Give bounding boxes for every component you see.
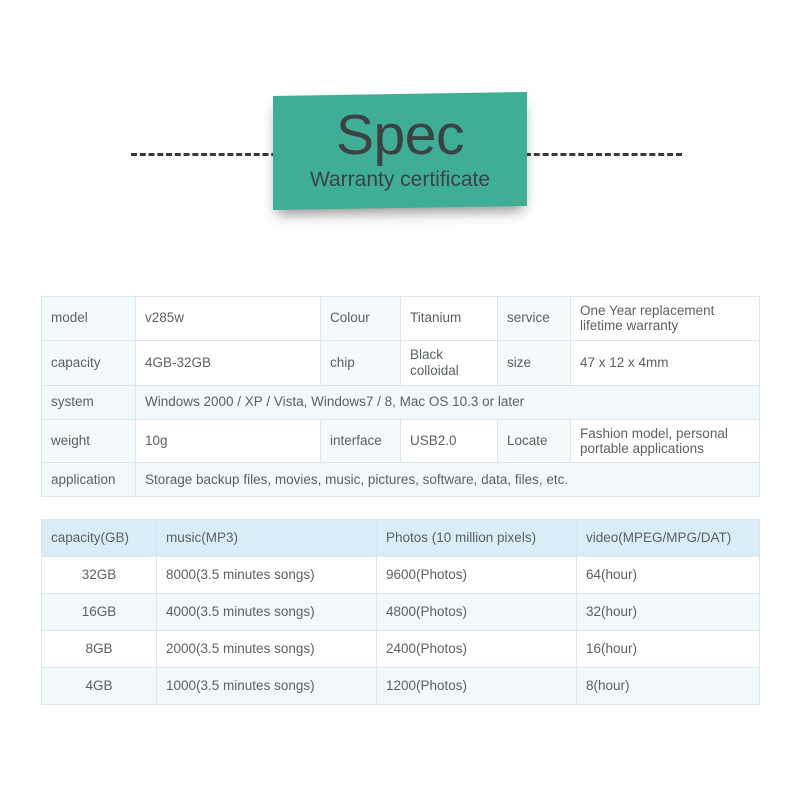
- spec-label: size: [497, 339, 571, 386]
- dashed-rule-right: [516, 153, 682, 156]
- column-header-photos: Photos (10 million pixels): [376, 519, 577, 557]
- page-title: Spec: [336, 103, 464, 167]
- spec-label: interface: [320, 418, 401, 464]
- spec-value: One Year replacement lifetime warranty: [570, 296, 760, 341]
- spec-value: Storage backup files, movies, music, pic…: [135, 462, 760, 498]
- table-row: 16GB 4000(3.5 minutes songs) 4800(Photos…: [41, 593, 760, 631]
- spec-label: weight: [41, 418, 136, 464]
- cell-capacity: 16GB: [41, 593, 157, 631]
- column-header-capacity: capacity(GB): [41, 519, 157, 557]
- spec-value: 47 x 12 x 4mm: [570, 339, 760, 386]
- table-row: capacity 4GB-32GB chip Black colloidal s…: [41, 339, 760, 386]
- page-subtitle: Warranty certificate: [309, 168, 491, 191]
- column-header-video: video(MPEG/MPG/DAT): [576, 519, 760, 557]
- table-row: weight 10g interface USB2.0 Locate Fashi…: [41, 418, 760, 464]
- spec-label: chip: [320, 339, 401, 386]
- column-header-music: music(MP3): [156, 519, 377, 557]
- cell-music: 4000(3.5 minutes songs): [156, 593, 377, 631]
- spec-label: capacity: [41, 339, 136, 386]
- spec-label: model: [41, 296, 136, 341]
- spec-value: v285w: [135, 296, 321, 341]
- cell-video: 32(hour): [576, 593, 760, 631]
- cell-video: 8(hour): [576, 667, 760, 705]
- cell-photos: 9600(Photos): [376, 556, 577, 594]
- cell-photos: 2400(Photos): [376, 630, 577, 668]
- dashed-rule-left: [131, 153, 286, 156]
- cell-music: 8000(3.5 minutes songs): [156, 556, 377, 594]
- cell-music: 1000(3.5 minutes songs): [156, 667, 377, 705]
- cell-video: 64(hour): [576, 556, 760, 594]
- spec-value: 10g: [135, 418, 321, 464]
- cell-capacity: 32GB: [41, 556, 157, 594]
- spec-value: Windows 2000 / XP / Vista, Windows7 / 8,…: [135, 384, 760, 420]
- spec-table-container: model v285w Colour Titanium service One …: [41, 296, 760, 498]
- spec-value: Black colloidal: [400, 339, 498, 386]
- capacity-table-container: capacity(GB) music(MP3) Photos (10 milli…: [41, 519, 760, 705]
- table-row: 4GB 1000(3.5 minutes songs) 1200(Photos)…: [41, 667, 760, 705]
- spec-label: application: [41, 462, 136, 498]
- table-header-row: capacity(GB) music(MP3) Photos (10 milli…: [41, 519, 760, 557]
- spec-value: 4GB-32GB: [135, 339, 321, 386]
- cell-photos: 4800(Photos): [376, 593, 577, 631]
- spec-label: Locate: [497, 418, 571, 464]
- spec-label: Colour: [320, 296, 401, 341]
- spec-table: model v285w Colour Titanium service One …: [41, 296, 760, 498]
- table-row: 8GB 2000(3.5 minutes songs) 2400(Photos)…: [41, 630, 760, 668]
- cell-capacity: 4GB: [41, 667, 157, 705]
- table-row: model v285w Colour Titanium service One …: [41, 296, 760, 341]
- spec-value: Fashion model, personal portable applica…: [570, 418, 760, 464]
- cell-photos: 1200(Photos): [376, 667, 577, 705]
- cell-video: 16(hour): [576, 630, 760, 668]
- spec-banner: Spec Warranty certificate: [273, 92, 527, 210]
- header-area: Spec Warranty certificate: [0, 0, 800, 235]
- spec-value: USB2.0: [400, 418, 498, 464]
- spec-value: Titanium: [400, 296, 498, 341]
- capacity-table: capacity(GB) music(MP3) Photos (10 milli…: [41, 519, 760, 705]
- table-row: application Storage backup files, movies…: [41, 462, 760, 498]
- table-row: 32GB 8000(3.5 minutes songs) 9600(Photos…: [41, 556, 760, 594]
- spec-label: service: [497, 296, 571, 341]
- cell-capacity: 8GB: [41, 630, 157, 668]
- table-row: system Windows 2000 / XP / Vista, Window…: [41, 384, 760, 420]
- cell-music: 2000(3.5 minutes songs): [156, 630, 377, 668]
- spec-label: system: [41, 384, 136, 420]
